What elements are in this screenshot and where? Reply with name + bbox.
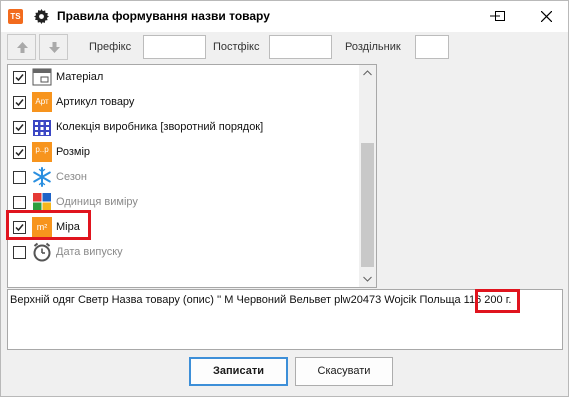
list-item-label: Дата випуску: [56, 246, 123, 258]
checkbox[interactable]: [13, 96, 26, 109]
snowflake-icon: [33, 167, 51, 187]
window-title: Правила формування назви товару: [57, 9, 270, 23]
maximize-button[interactable]: [482, 1, 520, 32]
postfix-input[interactable]: [269, 35, 332, 59]
size-icon: р..р: [32, 142, 52, 162]
clock-icon: [33, 242, 51, 262]
chevron-up-icon: [363, 70, 372, 76]
prefix-label: Префікс: [89, 41, 132, 53]
list-item-label: Матеріал: [56, 71, 104, 83]
title-bar: TS Правила формування назви товару: [1, 1, 568, 32]
collection-icon: [33, 120, 51, 136]
list-item[interactable]: Матеріал: [8, 65, 360, 90]
separator-label: Роздільник: [345, 41, 401, 53]
highlight-box: [475, 289, 520, 313]
scroll-thumb[interactable]: [361, 143, 374, 267]
close-icon: [541, 11, 552, 22]
checkbox[interactable]: [13, 196, 26, 209]
app-logo-icon: TS: [8, 9, 23, 24]
arrow-down-icon: [49, 42, 60, 53]
checkbox[interactable]: [13, 246, 26, 259]
maximize-icon: [495, 11, 505, 21]
article-icon: Арт: [32, 92, 52, 112]
list-item[interactable]: р..р Розмір: [8, 140, 360, 165]
save-button[interactable]: Записати: [189, 357, 288, 386]
separator-input[interactable]: [415, 35, 449, 59]
move-down-button[interactable]: [39, 34, 68, 60]
cancel-button[interactable]: Скасувати: [295, 357, 393, 386]
close-button[interactable]: [527, 1, 565, 32]
list-item-label: Одиниця виміру: [56, 196, 138, 208]
postfix-label: Постфікс: [213, 41, 260, 53]
chevron-down-icon: [363, 276, 372, 282]
move-up-button[interactable]: [7, 34, 36, 60]
list-item[interactable]: Колекція виробника [зворотний порядок]: [8, 115, 360, 140]
checkbox[interactable]: [13, 71, 26, 84]
checkbox[interactable]: [13, 171, 26, 184]
material-icon: [32, 68, 52, 86]
preview-text: Верхній одяг Светр Назва товару (опис) '…: [10, 294, 511, 306]
list-item[interactable]: Сезон: [8, 165, 360, 190]
name-parts-list: Матеріал Арт Артикул товару Колекція вир…: [7, 64, 377, 288]
list-item[interactable]: Арт Артикул товару: [8, 90, 360, 115]
prefix-input[interactable]: [143, 35, 206, 59]
arrow-up-icon: [17, 42, 28, 53]
checkbox[interactable]: [13, 146, 26, 159]
list-item-label: Сезон: [56, 171, 87, 183]
list-scrollbar[interactable]: [359, 65, 376, 287]
list-item-label: Колекція виробника [зворотний порядок]: [56, 121, 264, 133]
list-item-label: Розмір: [56, 146, 91, 158]
gear-icon: [34, 9, 49, 24]
highlight-box: [6, 210, 91, 240]
scroll-down-button[interactable]: [359, 270, 376, 287]
scroll-up-button[interactable]: [359, 65, 376, 82]
checkbox[interactable]: [13, 121, 26, 134]
dialog-window: TS Правила формування назви товару Префі…: [0, 0, 569, 397]
list-item[interactable]: Дата випуску: [8, 240, 360, 265]
units-icon: [33, 193, 51, 211]
list-item-label: Артикул товару: [56, 96, 135, 108]
preview-main-text: Верхній одяг Светр Назва товару (опис) '…: [10, 294, 482, 306]
